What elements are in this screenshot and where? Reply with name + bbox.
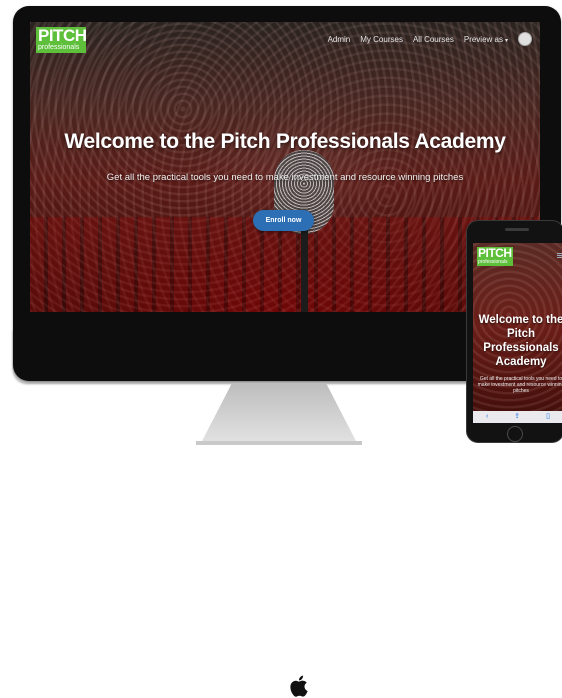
bookmarks-icon[interactable]: ▯ (546, 413, 550, 421)
logo-text-professionals: professionals (38, 44, 80, 51)
hamburger-menu-icon[interactable] (557, 253, 562, 258)
imac-stand (196, 383, 362, 445)
phone-screen: PITCH professionals Welcome to the Pitch… (473, 243, 562, 423)
site-logo[interactable]: PITCH professionals (36, 26, 87, 53)
logo-text-pitch: PITCH (38, 26, 87, 45)
desktop-screen: PITCH professionals Admin My Courses All… (30, 22, 540, 312)
phone-home-button[interactable] (507, 426, 523, 442)
phone-hero-subtitle: Get all the practical tools you need to … (477, 376, 562, 394)
nav-admin[interactable]: Admin (328, 35, 351, 44)
enroll-now-button[interactable]: Enroll now (253, 210, 314, 231)
back-icon[interactable]: ‹ (486, 413, 488, 421)
phone-device: PITCH professionals Welcome to the Pitch… (466, 220, 562, 443)
nav-preview-as-label: Preview as (463, 34, 503, 44)
top-nav: Admin My Courses All Courses Preview as ▾ (328, 32, 532, 46)
share-icon[interactable]: ⇪ (514, 413, 520, 421)
nav-all-courses[interactable]: All Courses (413, 35, 454, 44)
nav-my-courses[interactable]: My Courses (360, 35, 403, 44)
phone-hero-title: Welcome to the Pitch Professionals Acade… (478, 314, 562, 368)
user-avatar-icon[interactable] (518, 32, 532, 46)
phone-speaker (505, 228, 529, 231)
microphone-stand-image (301, 227, 308, 312)
caret-down-icon: ▾ (504, 37, 508, 44)
hero-title: Welcome to the Pitch Professionals Acade… (64, 130, 506, 153)
nav-preview-as[interactable]: Preview as ▾ (464, 35, 508, 44)
hero-subtitle: Get all the practical tools you need to … (106, 172, 464, 183)
phone-logo-text-professionals: professionals (478, 259, 508, 265)
phone-browser-toolbar: ‹ ⇪ ▯ (473, 411, 562, 423)
phone-site-logo[interactable]: PITCH professionals (477, 247, 513, 266)
apple-logo-icon (290, 675, 308, 697)
